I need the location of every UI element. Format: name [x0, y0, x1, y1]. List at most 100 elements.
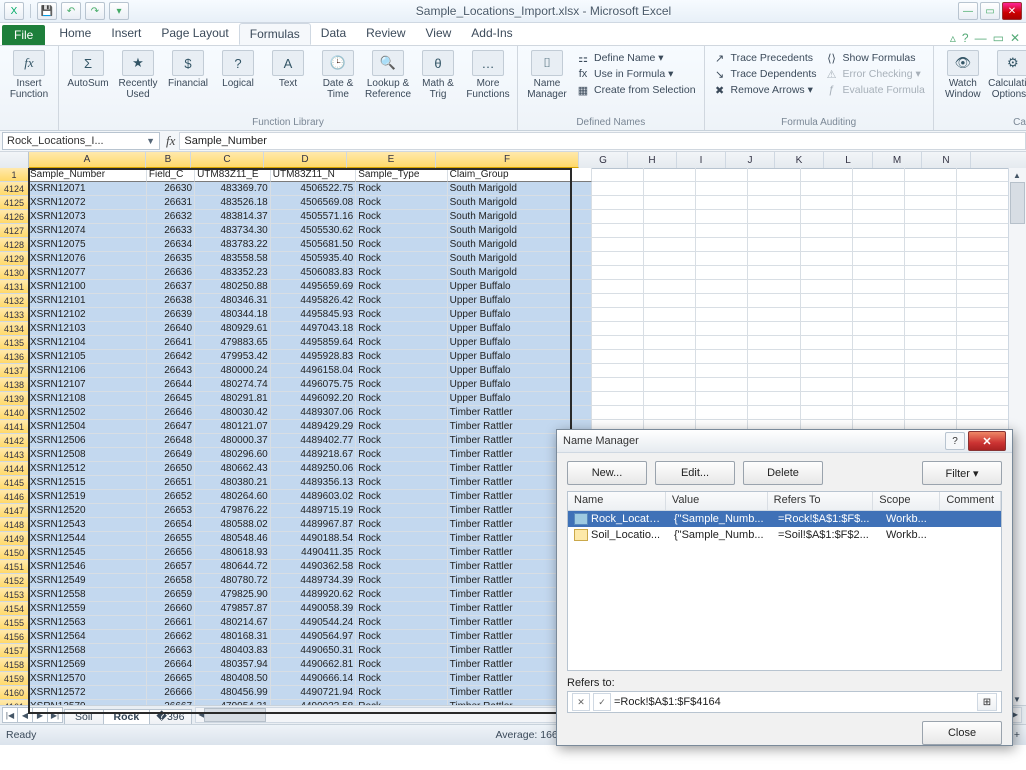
math-button[interactable]: θMath & Trig	[415, 50, 461, 100]
cell[interactable]	[748, 196, 800, 209]
cell[interactable]: 4489402.77	[271, 434, 357, 447]
cell[interactable]	[853, 238, 905, 251]
cell[interactable]	[748, 364, 800, 377]
cell[interactable]: 480548.46	[195, 532, 271, 545]
cell[interactable]: 26631	[147, 196, 195, 209]
cell[interactable]: XSRN12101	[28, 294, 147, 307]
cell[interactable]: 26643	[147, 364, 195, 377]
cell[interactable]: 483734.30	[195, 224, 271, 237]
cell[interactable]: XSRN12559	[28, 602, 147, 615]
cell[interactable]	[748, 182, 800, 195]
close-button[interactable]: ✕	[1002, 2, 1022, 20]
cell[interactable]: South Marigold	[448, 252, 592, 265]
cell[interactable]: Rock	[356, 644, 447, 657]
financial-button[interactable]: $Financial	[165, 50, 211, 89]
cell[interactable]: XSRN12508	[28, 448, 147, 461]
cell[interactable]	[644, 350, 696, 363]
cell[interactable]: 26666	[147, 686, 195, 699]
cell[interactable]: 26637	[147, 280, 195, 293]
name-list-row[interactable]: Soil_Locatio...{"Sample_Numb...=Soil!$A$…	[568, 527, 1001, 543]
cell[interactable]	[905, 336, 957, 349]
cell[interactable]: XSRN12075	[28, 238, 147, 251]
cell[interactable]	[853, 224, 905, 237]
cell[interactable]: Rock	[356, 266, 447, 279]
cell[interactable]: XSRN12072	[28, 196, 147, 209]
cell[interactable]: Rock	[356, 686, 447, 699]
cell[interactable]: XSRN12543	[28, 518, 147, 531]
cell[interactable]	[644, 238, 696, 251]
cell[interactable]: 4489307.06	[271, 406, 357, 419]
cell[interactable]: XSRN12106	[28, 364, 147, 377]
cell[interactable]: Rock	[356, 336, 447, 349]
cell[interactable]	[801, 336, 853, 349]
cell[interactable]	[644, 182, 696, 195]
cell[interactable]: Rock	[356, 350, 447, 363]
cell[interactable]	[696, 294, 748, 307]
cell[interactable]	[592, 238, 644, 251]
cell[interactable]: 4489734.39	[271, 574, 357, 587]
row-header[interactable]: 4142	[0, 434, 28, 448]
cell[interactable]: South Marigold	[448, 224, 592, 237]
cell[interactable]	[748, 336, 800, 349]
cell[interactable]: Rock	[356, 420, 447, 433]
cell[interactable]	[957, 266, 1009, 279]
row-header[interactable]: 4154	[0, 602, 28, 616]
cell[interactable]: Sample_Number	[28, 168, 147, 182]
zoom-in-button[interactable]: +	[1014, 729, 1020, 741]
cell[interactable]: Rock	[356, 210, 447, 223]
cell[interactable]: 4489250.06	[271, 462, 357, 475]
cell[interactable]: Rock	[356, 504, 447, 517]
cell[interactable]	[801, 280, 853, 293]
qat-customize[interactable]: ▾	[109, 2, 129, 20]
cell[interactable]: 4505530.62	[271, 224, 357, 237]
lookup-button[interactable]: 🔍Lookup & Reference	[365, 50, 411, 100]
cell[interactable]: Upper Buffalo	[448, 350, 592, 363]
cell[interactable]	[853, 168, 905, 181]
cell[interactable]	[644, 294, 696, 307]
cell[interactable]: 26636	[147, 266, 195, 279]
cell[interactable]	[696, 322, 748, 335]
cell[interactable]: 483558.58	[195, 252, 271, 265]
cell[interactable]: 4489920.62	[271, 588, 357, 601]
row-header[interactable]: 4125	[0, 196, 28, 210]
cell[interactable]: 4496092.20	[271, 392, 357, 405]
cell[interactable]: XSRN12107	[28, 378, 147, 391]
cell[interactable]	[801, 196, 853, 209]
cell[interactable]	[905, 182, 957, 195]
cell[interactable]	[592, 336, 644, 349]
dialog-close-icon[interactable]: ✕	[968, 431, 1006, 451]
cell[interactable]: XSRN12502	[28, 406, 147, 419]
cell[interactable]: Upper Buffalo	[448, 308, 592, 321]
cell[interactable]: 4505571.16	[271, 210, 357, 223]
cell[interactable]: 26645	[147, 392, 195, 405]
cell[interactable]	[905, 294, 957, 307]
undo-button[interactable]: ↶	[61, 2, 81, 20]
cell[interactable]	[853, 182, 905, 195]
cell[interactable]: Rock	[356, 588, 447, 601]
cell[interactable]: XSRN12504	[28, 420, 147, 433]
cell[interactable]: 483783.22	[195, 238, 271, 251]
define-name-button[interactable]: ⚏Define Name ▾	[574, 50, 698, 66]
cell[interactable]: 26656	[147, 546, 195, 559]
close-button[interactable]: Close	[922, 721, 1002, 745]
row-header[interactable]: 4145	[0, 476, 28, 490]
cell[interactable]	[644, 196, 696, 209]
row-header[interactable]: 4129	[0, 252, 28, 266]
cell[interactable]: 4490662.81	[271, 658, 357, 671]
new-sheet-button[interactable]: �396	[149, 709, 191, 724]
cell[interactable]	[696, 238, 748, 251]
cell[interactable]	[957, 364, 1009, 377]
cell[interactable]	[696, 336, 748, 349]
cell[interactable]: 26638	[147, 294, 195, 307]
cell[interactable]: Upper Buffalo	[448, 378, 592, 391]
cell[interactable]: XSRN12102	[28, 308, 147, 321]
cell[interactable]: XSRN12570	[28, 672, 147, 685]
cell[interactable]: 26646	[147, 406, 195, 419]
cell[interactable]: XSRN12519	[28, 490, 147, 503]
cell[interactable]	[748, 168, 800, 181]
cell[interactable]	[644, 336, 696, 349]
cell[interactable]	[592, 308, 644, 321]
column-header-D[interactable]: D	[264, 152, 347, 168]
row-header[interactable]: 4158	[0, 658, 28, 672]
use-in-formula-button[interactable]: fxUse in Formula ▾	[574, 66, 698, 82]
